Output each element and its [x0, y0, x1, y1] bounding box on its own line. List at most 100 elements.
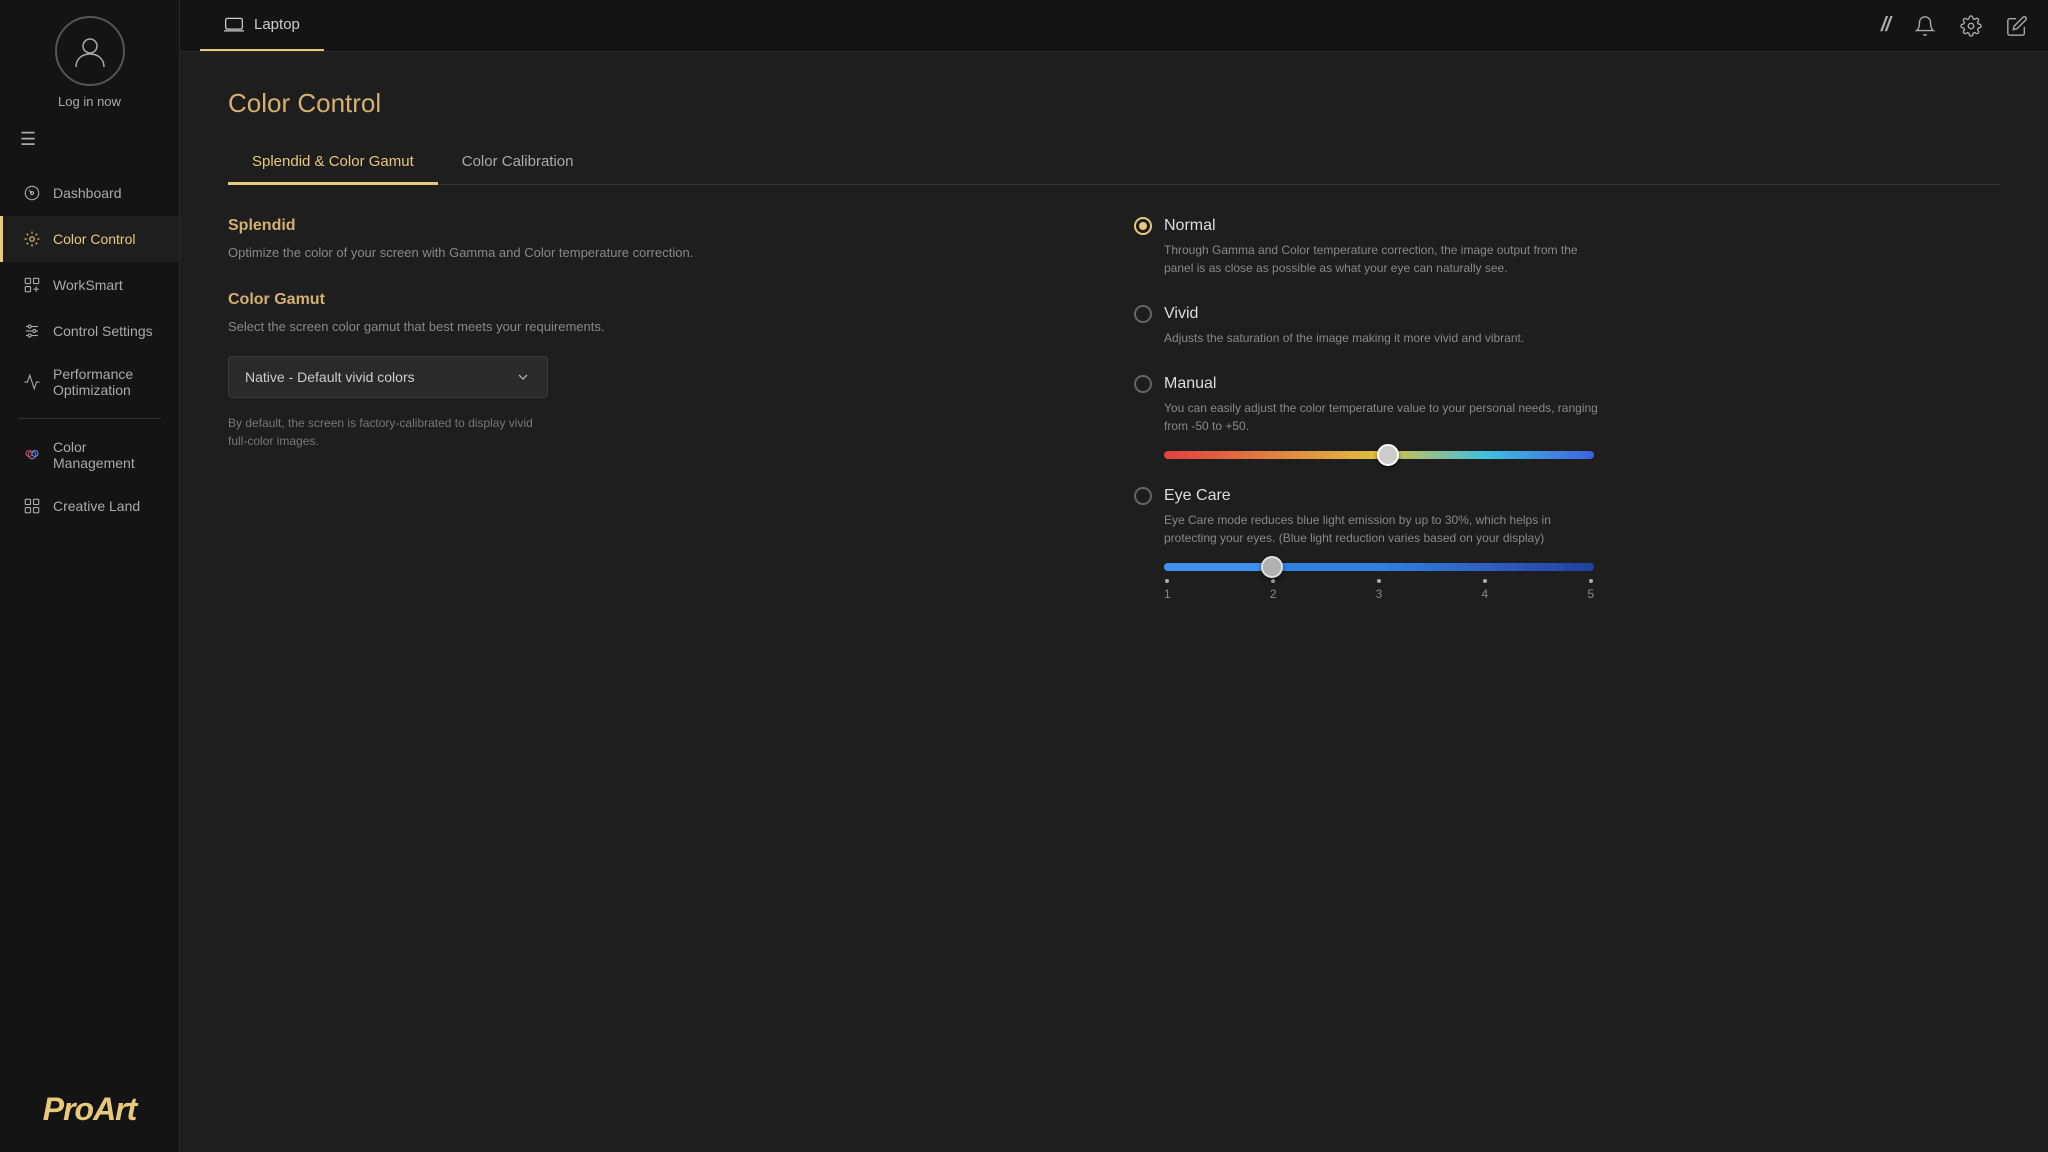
manual-radio-name: Manual — [1164, 375, 1216, 393]
tick-label-4: 4 — [1481, 587, 1488, 601]
chevron-down-icon — [515, 369, 531, 385]
normal-radio-desc: Through Gamma and Color temperature corr… — [1164, 241, 1604, 277]
notification-icon[interactable] — [1914, 15, 1936, 37]
tab-splendid-color-gamut[interactable]: Splendid & Color Gamut — [228, 143, 438, 185]
edit-icon[interactable] — [2006, 15, 2028, 37]
sidebar-item-control-settings[interactable]: Control Settings — [0, 308, 179, 354]
vivid-radio-desc: Adjusts the saturation of the image maki… — [1164, 329, 1604, 347]
sidebar-item-label: Performance Optimization — [53, 366, 161, 398]
color-gamut-dropdown[interactable]: Native - Default vivid colors — [228, 356, 548, 398]
vivid-radio-circle[interactable] — [1134, 305, 1152, 323]
eye-care-slider-fill — [1164, 563, 1272, 571]
topbar-tab-laptop[interactable]: Laptop — [200, 0, 324, 51]
worksmart-icon — [21, 274, 43, 296]
vivid-radio-name: Vivid — [1164, 305, 1198, 323]
eye-care-radio-label[interactable]: Eye Care — [1134, 487, 2000, 505]
color-control-icon — [21, 228, 43, 250]
tick-dot-1 — [1165, 579, 1169, 583]
tick-2: 2 — [1270, 579, 1277, 601]
settings-icon[interactable] — [1960, 15, 1982, 37]
dropdown-value: Native - Default vivid colors — [245, 369, 415, 385]
sidebar-item-label: Color Management — [53, 439, 161, 471]
content-grid: Splendid Optimize the color of your scre… — [228, 217, 2000, 629]
asus-logo-text: // — [1881, 14, 1890, 37]
manual-radio-circle[interactable] — [1134, 375, 1152, 393]
sidebar-item-color-management[interactable]: Color Management — [0, 427, 179, 483]
radio-option-vivid: Vivid Adjusts the saturation of the imag… — [1134, 305, 2000, 347]
topbar: Laptop // — [180, 0, 2048, 52]
content-area: Color Control Splendid & Color Gamut Col… — [180, 52, 2048, 1152]
divider — [18, 418, 161, 419]
eye-care-radio-name: Eye Care — [1164, 487, 1231, 505]
sidebar-item-label: Dashboard — [53, 185, 122, 201]
splendid-section: Splendid Optimize the color of your scre… — [228, 217, 1094, 263]
tick-5: 5 — [1587, 579, 1594, 601]
main-area: Laptop // Color Control Splendid & Color… — [180, 0, 2048, 1152]
radio-option-eye-care: Eye Care Eye Care mode reduces blue ligh… — [1134, 487, 2000, 601]
sidebar-nav: Dashboard Color Control WorkSmart Contro… — [0, 170, 179, 1071]
tick-label-1: 1 — [1164, 587, 1171, 601]
tick-dot-3 — [1377, 579, 1381, 583]
manual-radio-desc: You can easily adjust the color temperat… — [1164, 399, 1604, 435]
radio-option-normal: Normal Through Gamma and Color temperatu… — [1134, 217, 2000, 277]
tab-color-calibration[interactable]: Color Calibration — [438, 143, 598, 185]
eye-care-slider-ticks: 1 2 3 4 — [1164, 579, 1594, 601]
dropdown-note: By default, the screen is factory-calibr… — [228, 414, 548, 450]
asus-logo-icon: // — [1881, 14, 1890, 37]
performance-icon — [21, 371, 43, 393]
tick-dot-5 — [1589, 579, 1593, 583]
avatar — [55, 16, 125, 86]
eye-care-radio-circle[interactable] — [1134, 487, 1152, 505]
vivid-radio-label[interactable]: Vivid — [1134, 305, 2000, 323]
splendid-title: Splendid — [228, 217, 1094, 235]
color-gamut-title: Color Gamut — [228, 291, 1094, 309]
topbar-icons: // — [1881, 14, 2028, 37]
sidebar-item-label: WorkSmart — [53, 277, 123, 293]
tick-label-2: 2 — [1270, 587, 1277, 601]
eye-care-slider-thumb[interactable] — [1261, 556, 1283, 578]
sidebar-item-worksmart[interactable]: WorkSmart — [0, 262, 179, 308]
eye-care-slider[interactable] — [1164, 563, 1594, 571]
tick-label-5: 5 — [1587, 587, 1594, 601]
color-gamut-section: Color Gamut Select the screen color gamu… — [228, 291, 1094, 451]
user-icon — [70, 31, 110, 71]
splendid-desc: Optimize the color of your screen with G… — [228, 243, 1094, 263]
sidebar-item-creative-land[interactable]: Creative Land — [0, 483, 179, 529]
proart-logo: ProArt — [43, 1071, 137, 1152]
creative-land-icon — [21, 495, 43, 517]
sidebar-item-performance[interactable]: Performance Optimization — [0, 354, 179, 410]
radio-option-manual: Manual You can easily adjust the color t… — [1134, 375, 2000, 459]
right-panel: Normal Through Gamma and Color temperatu… — [1134, 217, 2000, 629]
dashboard-icon — [21, 182, 43, 204]
temperature-slider[interactable] — [1164, 451, 1594, 459]
laptop-icon — [224, 15, 244, 35]
sidebar-item-color-control[interactable]: Color Control — [0, 216, 179, 262]
tick-4: 4 — [1481, 579, 1488, 601]
normal-radio-circle[interactable] — [1134, 217, 1152, 235]
topbar-tab-label: Laptop — [254, 16, 300, 33]
login-label[interactable]: Log in now — [58, 94, 121, 109]
manual-radio-label[interactable]: Manual — [1134, 375, 2000, 393]
normal-radio-label[interactable]: Normal — [1134, 217, 2000, 235]
control-settings-icon — [21, 320, 43, 342]
page-title: Color Control — [228, 88, 2000, 119]
sidebar: Log in now ☰ Dashboard Color Control Wor… — [0, 0, 180, 1152]
color-gamut-desc: Select the screen color gamut that best … — [228, 317, 1094, 337]
sidebar-item-label: Color Control — [53, 231, 135, 247]
sidebar-item-label: Control Settings — [53, 323, 153, 339]
tick-dot-4 — [1483, 579, 1487, 583]
tick-1: 1 — [1164, 579, 1171, 601]
color-management-icon — [21, 444, 43, 466]
normal-radio-name: Normal — [1164, 217, 1216, 235]
sidebar-item-label: Creative Land — [53, 498, 140, 514]
tick-label-3: 3 — [1376, 587, 1383, 601]
left-panel: Splendid Optimize the color of your scre… — [228, 217, 1094, 629]
menu-icon[interactable]: ☰ — [20, 129, 36, 150]
temperature-slider-container — [1164, 451, 2000, 459]
tick-3: 3 — [1376, 579, 1383, 601]
temperature-slider-thumb[interactable] — [1377, 444, 1399, 466]
sidebar-item-dashboard[interactable]: Dashboard — [0, 170, 179, 216]
tab-bar: Splendid & Color Gamut Color Calibration — [228, 143, 2000, 185]
eye-care-slider-container: 1 2 3 4 — [1164, 563, 2000, 601]
tick-dot-2 — [1271, 579, 1275, 583]
